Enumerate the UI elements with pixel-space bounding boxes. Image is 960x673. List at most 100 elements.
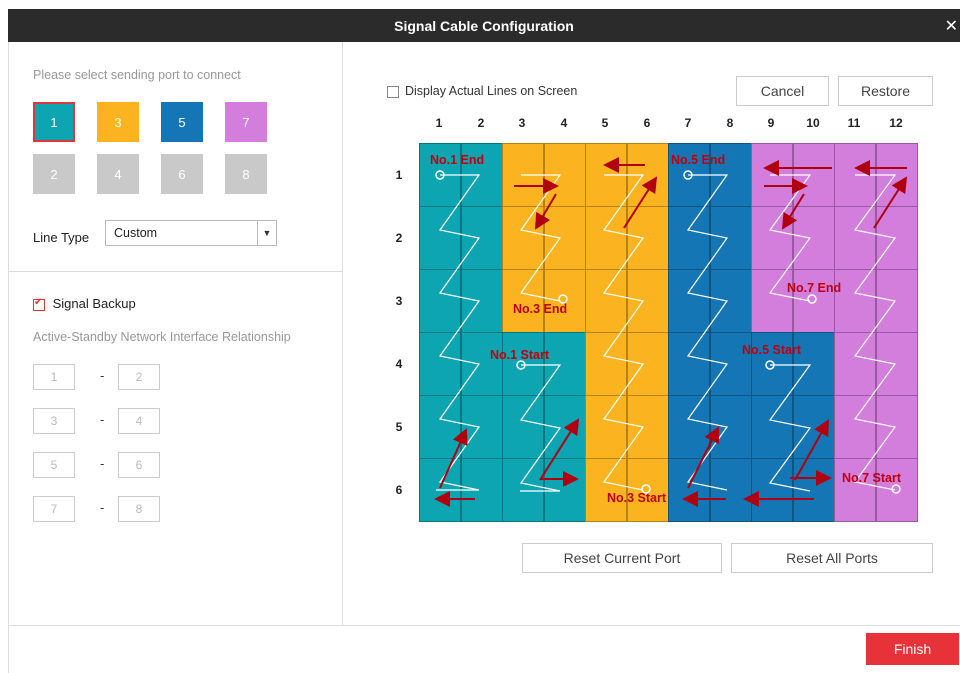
grid-cell[interactable]: [502, 269, 544, 333]
grid-cell[interactable]: [502, 206, 544, 270]
grid-cell[interactable]: [875, 206, 918, 270]
grid-cell[interactable]: [792, 269, 835, 333]
grid-cell[interactable]: [502, 395, 544, 459]
display-lines-label: Display Actual Lines on Screen: [405, 84, 578, 98]
grid-cell[interactable]: [419, 332, 461, 396]
grid-cell[interactable]: [709, 332, 752, 396]
grid-cell[interactable]: [626, 143, 669, 207]
grid-cell[interactable]: [419, 458, 461, 522]
grid-cell[interactable]: [668, 458, 710, 522]
port-2[interactable]: 2: [33, 154, 75, 194]
port-5-start-label: No.5 Start: [742, 343, 802, 357]
grid-cell[interactable]: [875, 458, 918, 522]
grid-cell[interactable]: [751, 206, 793, 270]
port-5[interactable]: 5: [161, 102, 203, 142]
grid-cell[interactable]: [751, 332, 793, 396]
grid-cell[interactable]: [792, 395, 835, 459]
grid-cell[interactable]: [792, 458, 835, 522]
grid-cell[interactable]: [626, 458, 669, 522]
grid-cell[interactable]: [626, 332, 669, 396]
grid-cell[interactable]: [585, 458, 627, 522]
footer-divider: [8, 625, 960, 626]
screen-grid[interactable]: [419, 143, 918, 522]
grid-cell[interactable]: [875, 269, 918, 333]
port-3[interactable]: 3: [97, 102, 139, 142]
grid-cell[interactable]: [419, 395, 461, 459]
grid-cell[interactable]: [626, 269, 669, 333]
grid-cell[interactable]: [709, 206, 752, 270]
grid-cell[interactable]: [460, 395, 503, 459]
grid-cell[interactable]: [668, 206, 710, 270]
column-number: 11: [847, 116, 861, 130]
grid-cell[interactable]: [792, 332, 835, 396]
pair-1-dash: -: [100, 368, 105, 383]
restore-button[interactable]: Restore: [838, 76, 933, 106]
grid-cell[interactable]: [668, 332, 710, 396]
grid-cell[interactable]: [834, 458, 876, 522]
port-6[interactable]: 6: [161, 154, 203, 194]
grid-cell[interactable]: [460, 269, 503, 333]
grid-cell[interactable]: [668, 395, 710, 459]
grid-cell[interactable]: [834, 143, 876, 207]
grid-cell[interactable]: [709, 269, 752, 333]
grid-cell[interactable]: [543, 143, 586, 207]
grid-cell[interactable]: [543, 332, 586, 396]
reset-all-ports-button[interactable]: Reset All Ports: [731, 543, 933, 573]
port-8[interactable]: 8: [225, 154, 267, 194]
checkbox-icon[interactable]: [33, 297, 45, 311]
column-number: 8: [726, 116, 734, 130]
grid-cell[interactable]: [626, 206, 669, 270]
grid-cell[interactable]: [585, 206, 627, 270]
grid-cell[interactable]: [751, 269, 793, 333]
finish-button[interactable]: Finish: [866, 633, 959, 665]
grid-cell[interactable]: [460, 458, 503, 522]
cancel-button[interactable]: Cancel: [736, 76, 829, 106]
grid-cell[interactable]: [543, 206, 586, 270]
signal-backup-checkbox[interactable]: Signal Backup: [33, 296, 136, 311]
reset-current-port-button[interactable]: Reset Current Port: [522, 543, 722, 573]
grid-cell[interactable]: [875, 332, 918, 396]
grid-cell[interactable]: [585, 269, 627, 333]
grid-cell[interactable]: [834, 269, 876, 333]
line-type-select[interactable]: Custom ▼: [105, 220, 277, 246]
port-1[interactable]: 1: [33, 102, 75, 142]
grid-cell[interactable]: [834, 206, 876, 270]
grid-cell[interactable]: [502, 143, 544, 207]
grid-cell[interactable]: [460, 206, 503, 270]
grid-cell[interactable]: [626, 395, 669, 459]
grid-cell[interactable]: [709, 458, 752, 522]
grid-cell[interactable]: [419, 206, 461, 270]
window-title: Signal Cable Configuration: [394, 18, 574, 34]
grid-cell[interactable]: [585, 395, 627, 459]
grid-cell[interactable]: [834, 332, 876, 396]
grid-cell[interactable]: [460, 332, 503, 396]
grid-cell[interactable]: [543, 395, 586, 459]
display-lines-checkbox[interactable]: Display Actual Lines on Screen: [387, 84, 577, 98]
row-number: 4: [395, 357, 403, 371]
grid-cell[interactable]: [585, 332, 627, 396]
grid-cell[interactable]: [792, 206, 835, 270]
grid-cell[interactable]: [502, 332, 544, 396]
grid-cell[interactable]: [751, 143, 793, 207]
row-number: 2: [395, 231, 403, 245]
grid-cell[interactable]: [709, 395, 752, 459]
grid-cell[interactable]: [543, 458, 586, 522]
checkbox-icon[interactable]: [387, 85, 399, 98]
grid-cell[interactable]: [668, 269, 710, 333]
close-icon[interactable]: ✕: [945, 16, 958, 36]
grid-cell[interactable]: [875, 395, 918, 459]
line-type-label: Line Type: [33, 230, 90, 245]
grid-cell[interactable]: [751, 395, 793, 459]
grid-cell[interactable]: [834, 395, 876, 459]
port-4[interactable]: 4: [97, 154, 139, 194]
port-7[interactable]: 7: [225, 102, 267, 142]
grid-cell[interactable]: [792, 143, 835, 207]
grid-cell[interactable]: [419, 269, 461, 333]
grid-cell[interactable]: [751, 458, 793, 522]
relationship-label: Active-Standby Network Interface Relatio…: [33, 330, 291, 344]
grid-cell[interactable]: [502, 458, 544, 522]
grid-cell[interactable]: [585, 143, 627, 207]
grid-cell[interactable]: [875, 143, 918, 207]
grid-cell[interactable]: [543, 269, 586, 333]
chevron-down-icon[interactable]: ▼: [257, 221, 276, 245]
